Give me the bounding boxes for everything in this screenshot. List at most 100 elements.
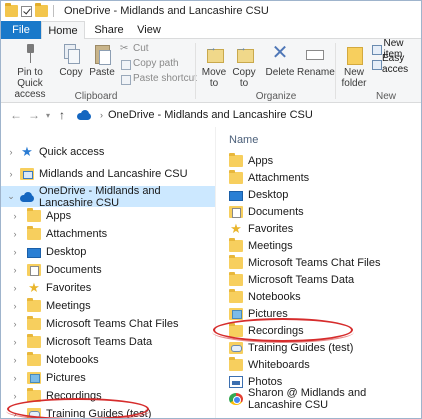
rename-button[interactable]: Rename	[297, 43, 335, 78]
folder-icon	[27, 207, 41, 222]
tab-file[interactable]: File	[1, 21, 41, 39]
cloud-icon	[77, 109, 91, 121]
copy-to-label-line1: Copy	[232, 67, 256, 78]
list-item[interactable]: Sharon @ Midlands and Lancashire CSU	[229, 387, 421, 411]
file-list: Name Apps Attachments Desktop Documents …	[217, 127, 421, 418]
documents-icon	[27, 263, 41, 276]
list-item[interactable]: Microsoft Teams Chat Files	[229, 254, 380, 271]
easy-access-label: Easy acces	[382, 52, 409, 75]
expand-chevron-icon[interactable]: ›	[5, 169, 17, 179]
breadcrumb-chevron-icon[interactable]: ›	[100, 110, 103, 120]
expand-chevron-icon[interactable]: ›	[9, 373, 21, 383]
paste-shortcut-icon	[120, 74, 131, 85]
nav-item-midlands-and-lancashire-csu[interactable]: › Midlands and Lancashire CSU	[1, 163, 215, 184]
easy-access-button[interactable]: Easy acces	[371, 53, 421, 75]
nav-item-label: Favorites	[46, 281, 92, 294]
nav-item-label: Pictures	[46, 371, 86, 384]
move-to-label-line2: to	[209, 78, 219, 89]
back-arrow-icon[interactable]: ←	[7, 108, 25, 122]
address-path[interactable]: › OneDrive - Midlands and Lancashire CSU	[77, 106, 421, 124]
documents-icon	[229, 205, 243, 218]
list-item-label: Attachments	[248, 171, 310, 184]
expand-chevron-icon[interactable]: ›	[9, 301, 21, 311]
expand-chevron-icon[interactable]: ›	[9, 337, 21, 347]
expand-chevron-icon[interactable]: ›	[9, 391, 21, 401]
new-item-icon	[371, 44, 383, 55]
desktop-icon	[229, 190, 243, 201]
pin-label-line2: access	[14, 89, 46, 100]
delete-button[interactable]: ✕ Delete	[264, 43, 296, 78]
rename-label: Rename	[297, 67, 335, 78]
expand-chevron-icon[interactable]: ›	[9, 247, 21, 257]
list-item[interactable]: Meetings	[229, 237, 293, 254]
folder-icon	[27, 315, 41, 330]
properties-icon[interactable]	[21, 5, 32, 17]
name-column-header[interactable]: Name	[229, 134, 258, 146]
folder-icon	[27, 225, 41, 240]
list-item[interactable]: Apps	[229, 152, 273, 169]
expand-chevron-icon[interactable]: ›	[9, 355, 21, 365]
list-item[interactable]: Attachments	[229, 169, 309, 186]
folder-icon	[229, 152, 243, 167]
copy-path-button[interactable]: Copy path	[120, 57, 179, 70]
expand-chevron-icon[interactable]: ›	[9, 211, 21, 221]
star-icon: ★	[21, 143, 33, 159]
tab-view[interactable]: View	[131, 21, 167, 39]
pin-to-quick-access-button[interactable]: Pin to Quick access	[5, 43, 55, 100]
copy-button[interactable]: Copy	[57, 43, 85, 78]
list-item[interactable]: Training Guides (test)	[229, 339, 353, 356]
expand-chevron-icon[interactable]: ›	[9, 319, 21, 329]
list-item[interactable]: Documents	[229, 203, 304, 220]
nav-item-training-guides[interactable]: › Training Guides (test)	[1, 403, 215, 419]
nav-item-onedrive[interactable]: ⌄ OneDrive - Midlands and Lancashire CSU	[1, 185, 215, 209]
pane-divider[interactable]	[215, 127, 216, 418]
folder-icon[interactable]	[5, 3, 18, 17]
expand-chevron-icon[interactable]: ›	[9, 283, 21, 293]
copy-label: Copy	[59, 67, 83, 78]
copy-to-button[interactable]: Copy to	[230, 43, 258, 89]
list-item-label: Whiteboards	[248, 358, 310, 371]
cut-button[interactable]: ✂ Cut	[120, 42, 149, 55]
expand-chevron-icon[interactable]: ›	[9, 229, 21, 239]
list-item-label: Desktop	[248, 188, 289, 201]
star-icon: ★	[230, 220, 242, 236]
paste-shortcut-button[interactable]: Paste shortcut	[120, 72, 197, 85]
expand-chevron-icon[interactable]: ›	[9, 409, 21, 419]
new-folder-button[interactable]: New folder	[339, 43, 369, 89]
list-item[interactable]: Pictures	[229, 305, 288, 322]
recent-locations-chevron-icon[interactable]: ▾	[43, 111, 53, 120]
move-to-button[interactable]: Move to	[200, 43, 228, 89]
clipboard-group-label: Clipboard	[74, 91, 118, 102]
photos-icon	[229, 375, 243, 388]
group-divider	[335, 43, 336, 99]
list-item[interactable]: Desktop	[229, 186, 288, 203]
list-item[interactable]: Recordings	[229, 322, 304, 339]
list-item-label: Recordings	[248, 324, 304, 337]
collapse-chevron-icon[interactable]: ⌄	[5, 191, 17, 202]
tab-home[interactable]: Home	[41, 21, 85, 40]
folder-icon	[229, 356, 243, 371]
list-item-label: Sharon @ Midlands and Lancashire CSU	[248, 386, 367, 411]
nav-item-label: Midlands and Lancashire CSU	[39, 167, 188, 180]
forward-arrow-icon[interactable]: →	[25, 108, 43, 122]
nav-item-quick-access[interactable]: › ★ Quick access	[1, 141, 215, 162]
move-to-label-line1: Move	[201, 67, 227, 78]
shared-folder-icon	[27, 407, 41, 418]
list-item[interactable]: Notebooks	[229, 288, 301, 305]
list-item[interactable]: ★ Favorites	[229, 220, 293, 237]
list-item[interactable]: Microsoft Teams Data	[229, 271, 354, 288]
up-arrow-icon[interactable]: ↑	[53, 108, 71, 122]
nav-item-label: Meetings	[46, 299, 91, 312]
folder-icon	[229, 271, 243, 286]
list-item[interactable]: Whiteboards	[229, 356, 310, 373]
tab-share[interactable]: Share	[89, 21, 129, 39]
paste-button[interactable]: Paste	[87, 43, 117, 78]
folder-icon	[229, 237, 243, 252]
breadcrumb-location[interactable]: OneDrive - Midlands and Lancashire CSU	[108, 109, 313, 121]
expand-chevron-icon[interactable]: ›	[5, 147, 17, 157]
new-folder-icon[interactable]	[35, 3, 48, 17]
expand-chevron-icon[interactable]: ›	[9, 265, 21, 275]
desktop-icon	[27, 247, 41, 258]
list-item-label: Notebooks	[248, 290, 301, 303]
list-item-label: Favorites	[248, 222, 294, 235]
